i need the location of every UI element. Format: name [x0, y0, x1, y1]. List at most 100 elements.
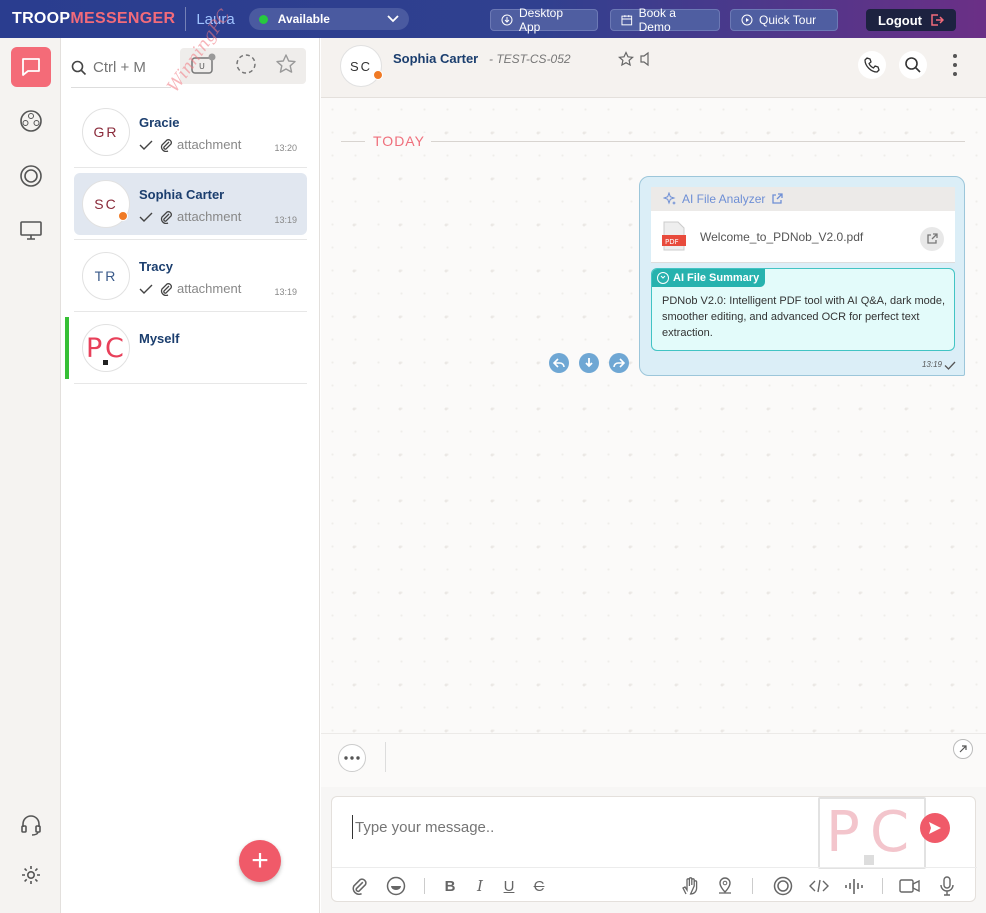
divider [185, 7, 187, 31]
hand-raise-button[interactable] [679, 875, 701, 897]
pc-watermark-logo: PC [818, 797, 926, 869]
message-composer: PC B I U C [331, 796, 977, 902]
divider [332, 867, 977, 868]
conversation-item-myself[interactable]: PC Myself [74, 317, 307, 379]
reply-icon [553, 358, 565, 368]
contact-name: Gracie [139, 115, 180, 130]
conversation-item-tracy[interactable]: TR Tracy attachment 13:19 [74, 245, 307, 307]
composer-top-bar [321, 733, 986, 787]
search-input[interactable] [93, 59, 163, 76]
chat-bubble-icon [22, 58, 40, 76]
code-button[interactable] [808, 875, 830, 897]
chat-contact-name[interactable]: Sophia Carter [393, 51, 478, 66]
strikethrough-button[interactable]: C [528, 875, 550, 897]
svg-text:C: C [105, 333, 126, 364]
open-file-button[interactable] [920, 227, 944, 251]
book-demo-button[interactable]: Book a Demo [610, 6, 720, 34]
summary-label: AI File Summary [673, 272, 760, 284]
teams-nav-button[interactable] [11, 101, 51, 141]
more-actions-button[interactable] [338, 744, 366, 772]
ai-file-summary-badge: AI File Summary [652, 269, 766, 287]
expand-icon [959, 745, 967, 753]
speaker-icon [640, 51, 649, 67]
kebab-dot [953, 63, 957, 67]
check-icon [944, 361, 956, 370]
sparkle-icon [663, 192, 676, 205]
avatar-pc-logo: PC [86, 333, 126, 365]
star-contact-button[interactable] [617, 51, 635, 72]
chat-panel: SC Sophia Carter - TEST-CS-052 TODAY AI … [321, 38, 986, 913]
message-time: 13:19 [274, 287, 297, 297]
channels-nav-button[interactable] [11, 156, 51, 196]
forward-button[interactable] [609, 353, 629, 373]
starred-filter-button[interactable] [275, 53, 297, 80]
ai-file-summary: AI File Summary PDNob V2.0: Intelligent … [651, 268, 955, 351]
new-conversation-button[interactable]: + [239, 840, 281, 882]
svg-text:P: P [86, 333, 104, 364]
bot-button[interactable] [843, 875, 865, 897]
app-logo: TROOPMESSENGER [12, 10, 176, 27]
divider [74, 311, 307, 312]
chat-search-button[interactable] [899, 51, 927, 79]
conversation-item-gracie[interactable]: GR Gracie attachment 13:20 [74, 101, 307, 163]
reply-button[interactable] [549, 353, 569, 373]
message-bubble[interactable]: AI File Analyzer PDF Welcome_to_PDNob_V2… [639, 176, 965, 376]
logout-button[interactable]: Logout [866, 9, 956, 31]
download-icon [585, 358, 593, 368]
underline-button[interactable]: U [498, 875, 520, 897]
attach-button[interactable] [348, 875, 370, 897]
contact-name: Tracy [139, 259, 173, 274]
download-button[interactable] [579, 353, 599, 373]
check-icon [139, 212, 153, 222]
contact-name: Myself [139, 331, 180, 346]
quick-tour-button[interactable]: Quick Tour [730, 9, 838, 31]
italic-button[interactable]: I [469, 875, 491, 897]
message-input[interactable] [352, 815, 792, 839]
conversation-item-sophia-carter[interactable]: SC Sophia Carter attachment 13:19 [74, 173, 307, 235]
bold-button[interactable]: B [439, 875, 461, 897]
last-message-preview: attachment [139, 281, 245, 296]
download-icon [501, 14, 513, 26]
antenna-icon [845, 879, 863, 894]
divider [74, 239, 307, 240]
status-filter-button[interactable] [235, 53, 257, 80]
location-button[interactable] [714, 875, 736, 897]
file-name: Welcome_to_PDNob_V2.0.pdf [700, 230, 864, 244]
status-dropdown[interactable]: Available [248, 8, 409, 30]
video-button[interactable] [899, 875, 921, 897]
top-bar: TROOPMESSENGER Laura Available Desktop A… [0, 0, 986, 38]
voice-message-button[interactable] [936, 875, 958, 897]
screen-share-nav-button[interactable] [11, 210, 51, 250]
search-box[interactable] [71, 48, 171, 88]
emoji-button[interactable] [385, 875, 407, 897]
message-time: 13:19 [274, 215, 297, 225]
call-button[interactable] [858, 51, 886, 79]
desktop-app-button[interactable]: Desktop App [490, 6, 598, 34]
send-button[interactable] [920, 813, 950, 843]
ai-file-analyzer-header[interactable]: AI File Analyzer [651, 187, 955, 211]
more-options-button[interactable] [947, 54, 963, 76]
svg-text:PDF: PDF [665, 238, 679, 246]
ellipsis-icon [344, 756, 360, 760]
target-icon [20, 165, 42, 187]
nav-rail [0, 38, 61, 913]
divider [424, 878, 425, 894]
pdf-file-icon: PDF [662, 221, 686, 251]
chat-contact-subtitle: - TEST-CS-052 [489, 52, 571, 66]
message-time: 13:20 [274, 143, 297, 153]
phone-icon [864, 57, 880, 73]
divider [385, 742, 386, 772]
preview-text: attachment [177, 281, 242, 296]
desktop-app-label: Desktop App [519, 6, 564, 34]
chat-nav-button[interactable] [11, 47, 51, 87]
paperclip-icon [160, 138, 172, 152]
expand-composer-button[interactable] [953, 739, 973, 759]
channel-button[interactable] [772, 875, 794, 897]
support-nav-button[interactable] [11, 805, 51, 845]
star-icon [276, 53, 296, 73]
settings-nav-button[interactable] [11, 855, 51, 895]
book-demo-label: Book a Demo [638, 6, 676, 34]
location-pin-icon [719, 877, 731, 894]
file-attachment[interactable]: PDF Welcome_to_PDNob_V2.0.pdf [651, 211, 955, 263]
mute-button[interactable] [639, 51, 653, 72]
